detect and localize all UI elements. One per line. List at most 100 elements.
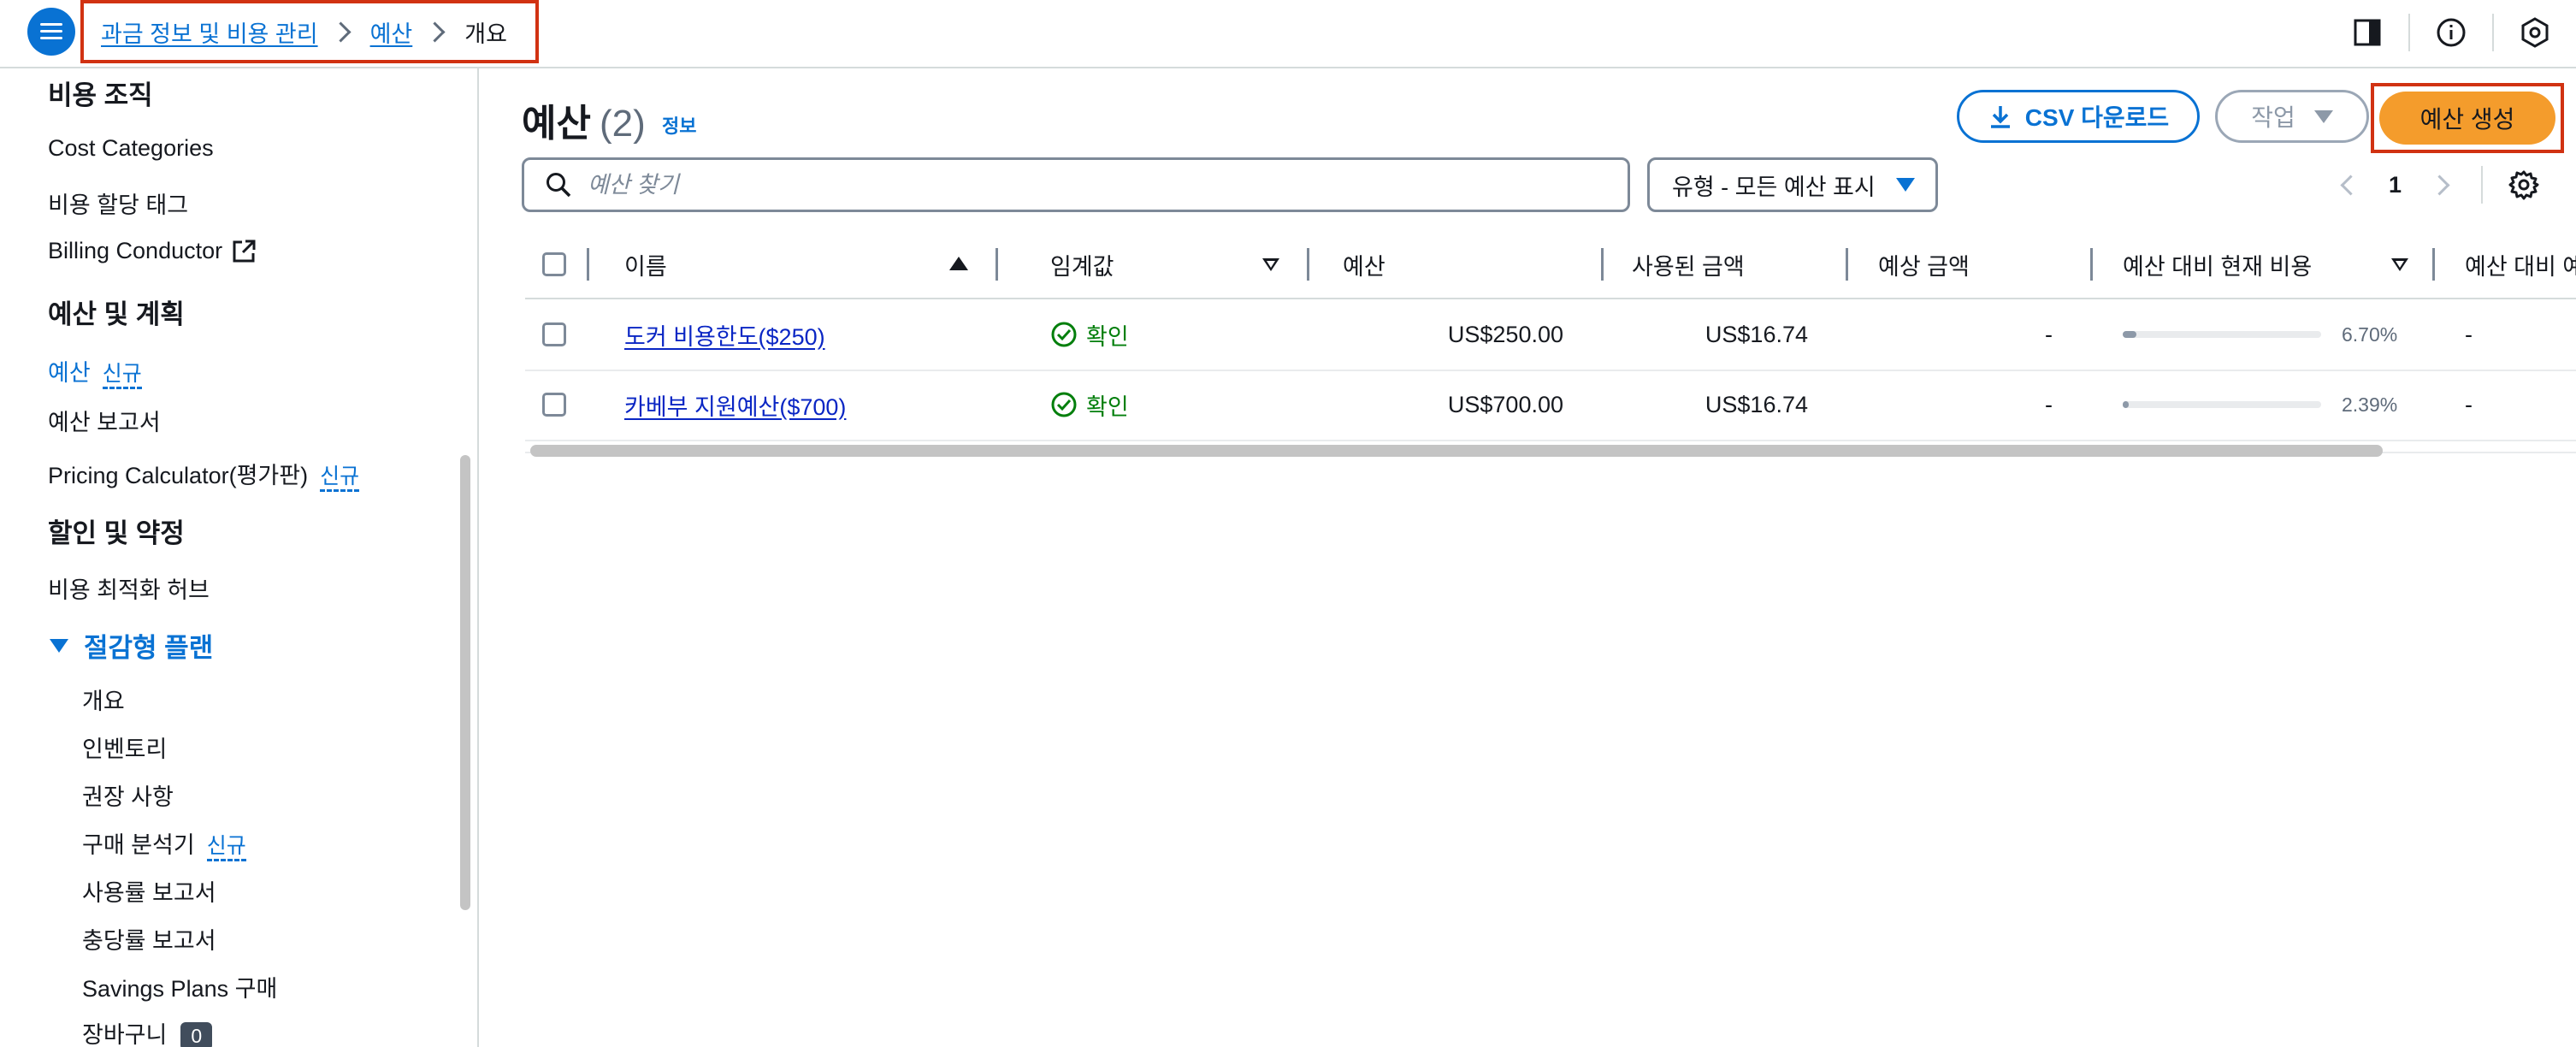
page-title: 예산 (2) [522,92,646,147]
threshold-status-text: 확인 [1086,393,1129,420]
new-badge: 신규 [320,464,360,492]
sidebar-item-label: 예산 [48,360,91,386]
current-vs-budget: 6.70% [2123,299,2397,370]
chevron-right-icon [424,21,446,43]
sidebar-item-sp-cart[interactable]: 장바구니 0 [82,1016,213,1047]
sidebar-item-label: 구매 분석기 [82,832,195,858]
column-header-threshold[interactable]: 임계값 [1050,231,1114,298]
used-amount: US$16.74 [1705,321,1808,347]
actions-dropdown-button[interactable]: 작업 [2215,90,2369,143]
column-separator[interactable] [996,248,998,281]
sidebar-heading-discounts-commitments: 할인 및 약정 [48,518,185,548]
sidebar-item-sp-inventory[interactable]: 인벤토리 [82,731,167,764]
sidebar-section-savings-plans[interactable]: 절감형 플랜 [50,626,213,665]
budget-type-filter-select[interactable]: 유형 - 모든 예산 표시 [1647,157,1938,212]
caret-down-icon [50,638,68,653]
sidebar-scrollbar[interactable] [460,455,470,910]
forecast-vs-budget: - [2465,321,2473,347]
new-badge: 신규 [102,362,142,389]
column-header-current-vs-budget[interactable]: 예산 대비 현재 비용 [2123,231,2312,298]
page-number[interactable]: 1 [2389,172,2402,198]
sidebar-item-sp-overview[interactable]: 개요 [82,683,125,716]
sidebar-item-sp-recommendations[interactable]: 권장 사항 [82,778,174,812]
breadcrumb: 과금 정보 및 비용 관리 예산 개요 [80,0,539,63]
column-header-used-amount[interactable]: 사용된 금액 [1632,231,1745,298]
sidebar-item-sp-utilization-report[interactable]: 사용률 보고서 [82,874,216,908]
caret-down-icon [2313,109,2333,123]
next-page-button[interactable] [2429,174,2450,196]
column-separator[interactable] [1846,248,1848,281]
info-link[interactable]: 정보 [662,111,696,139]
column-header-budget[interactable]: 예산 [1343,231,1385,298]
caret-down-icon [1895,178,1915,192]
sidebar-item-label: 장바구니 [82,1022,168,1047]
sidebar-item-cost-allocation-tags[interactable]: 비용 할당 태그 [48,186,188,220]
panel-toggle-button[interactable] [2326,0,2408,65]
sidebar-item-cost-categories[interactable]: Cost Categories [48,135,214,162]
sort-icon[interactable] [2391,258,2408,271]
check-circle-icon [1051,322,1077,347]
progress-percent: 6.70% [2342,322,2398,346]
cart-count-badge: 0 [180,1022,213,1047]
progress-bar-fill [2123,331,2136,338]
search-input[interactable] [586,170,1598,199]
column-separator[interactable] [1601,248,1604,281]
sidebar-item-budget-reports[interactable]: 예산 보고서 [48,404,161,437]
column-header-forecast-vs-budget[interactable]: 예산 대비 예상 [2465,231,2576,298]
sidebar-heading-cost-organization: 비용 조직 [48,80,153,110]
create-budget-button[interactable]: 예산 생성 [2379,92,2555,145]
top-navigation-bar: 과금 정보 및 비용 관리 예산 개요 [0,0,2576,68]
sidebar-item-budgets[interactable]: 예산 신규 [48,354,142,389]
search-field[interactable] [522,157,1630,212]
sidebar-heading-budgets-planning: 예산 및 계획 [48,299,185,329]
column-separator [587,248,589,281]
breadcrumb-current: 개요 [464,21,507,47]
new-badge: 신규 [206,834,246,861]
budget-name-link[interactable]: 도커 비용한도($250) [624,318,825,352]
threshold-status: 확인 [1050,299,1129,370]
budget-name-link[interactable]: 카베부 지원예산($700) [624,388,846,422]
forecast-amount: - [2045,391,2053,417]
threshold-status-text: 확인 [1086,323,1129,350]
sidebar-item-sp-coverage-report[interactable]: 충당률 보고서 [82,922,216,955]
hexagon-gear-icon [2521,17,2549,48]
row-checkbox[interactable] [542,393,566,417]
feedback-button[interactable] [2494,0,2576,65]
column-separator[interactable] [2432,248,2435,281]
previous-page-button[interactable] [2340,174,2361,196]
gear-icon[interactable] [2508,169,2539,200]
sidebar-item-sp-purchase-analyzer[interactable]: 구매 분석기 신규 [82,826,246,861]
column-header-forecast-amount[interactable]: 예상 금액 [1878,231,1970,298]
table-row: 도커 비용한도($250) 확인 US$250.00 US$16.74 - 6.… [525,299,2576,371]
select-all-checkbox[interactable] [542,252,566,276]
sort-ascending-icon[interactable] [949,257,968,270]
progress-bar [2123,401,2321,408]
sidebar-item-label: Pricing Calculator(평가판) [48,463,309,488]
table-horizontal-scrollbar[interactable] [530,445,2383,457]
chevron-right-icon [330,21,352,43]
column-separator[interactable] [2090,248,2093,281]
sidebar-item-label: Billing Conductor [48,238,223,263]
sidebar-item-sp-purchase[interactable]: Savings Plans 구매 [82,970,277,1003]
threshold-status: 확인 [1050,370,1129,440]
row-checkbox[interactable] [542,322,566,346]
download-icon [1990,106,2010,128]
sidebar-item-billing-conductor[interactable]: Billing Conductor [48,238,257,264]
sidebar-item-pricing-calculator[interactable]: Pricing Calculator(평가판) 신규 [48,457,360,492]
budget-amount: US$250.00 [1447,321,1563,347]
breadcrumb-billing-link[interactable]: 과금 정보 및 비용 관리 [101,15,318,49]
split-panel-icon [2354,19,2381,46]
sidebar-item-cost-optimization-hub[interactable]: 비용 최적화 허브 [48,571,210,605]
column-header-name[interactable]: 이름 [624,231,667,298]
forecast-vs-budget: - [2465,391,2473,417]
divider [2481,166,2484,204]
info-button[interactable] [2410,0,2492,65]
breadcrumb-budgets-link[interactable]: 예산 [370,15,413,49]
used-amount: US$16.74 [1705,391,1808,417]
csv-download-button[interactable]: CSV 다운로드 [1957,90,2200,143]
current-vs-budget: 2.39% [2123,370,2397,440]
hamburger-menu-button[interactable] [27,8,75,56]
column-separator[interactable] [1307,248,1309,281]
sort-icon[interactable] [1262,258,1279,271]
table-row: 카베부 지원예산($700) 확인 US$700.00 US$16.74 - 2… [525,370,2576,441]
